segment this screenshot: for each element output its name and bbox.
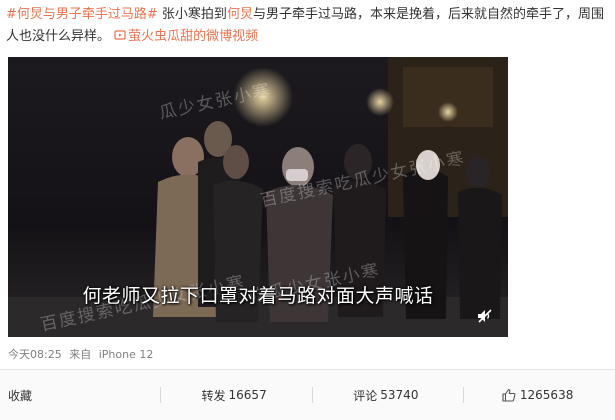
post-source: iPhone 12: [98, 348, 154, 361]
repost-button[interactable]: 转发 16657: [159, 370, 312, 420]
post-text-part1: 张小寒拍到: [157, 7, 227, 22]
comment-count: 53740: [380, 388, 419, 402]
post-time[interactable]: 今天08:25: [8, 348, 62, 361]
thumbs-up-icon: [502, 388, 516, 402]
favorite-button[interactable]: 收藏: [0, 370, 160, 420]
repost-count: 16657: [228, 388, 267, 402]
action-bar: 收藏 转发 16657 评论 53740 1265638: [0, 370, 615, 420]
post-text: #何炅与男子牵手过马路# 张小寒拍到何炅与男子牵手过马路，本来是挽着，后来就自然…: [6, 4, 606, 48]
post-meta: 今天08:25 来自 iPhone 12: [8, 346, 157, 362]
like-count: 1265638: [519, 388, 574, 402]
like-button[interactable]: 1265638: [463, 370, 615, 420]
repost-label: 转发: [201, 388, 226, 403]
favorite-label: 收藏: [8, 388, 33, 403]
source-prefix: 来自: [69, 348, 92, 361]
volume-muted-icon[interactable]: [476, 307, 494, 325]
comment-label: 评论: [353, 388, 378, 403]
mention-link[interactable]: 何炅: [227, 7, 253, 22]
comment-button[interactable]: 评论 53740: [311, 370, 464, 420]
video-player[interactable]: 瓜少女张小寒 百度搜索吃瓜少女张小寒 百度搜索吃瓜少女张小寒 吃瓜少女张小寒 何…: [8, 57, 508, 337]
hashtag-link[interactable]: #何炅与男子牵手过马路#: [6, 7, 158, 22]
video-source-link[interactable]: 萤火虫瓜甜的微博视频: [114, 29, 258, 44]
video-subtitle: 何老师又拉下口罩对着马路对面大声喊话: [82, 285, 434, 307]
video-link-icon: [114, 30, 126, 40]
video-link-label[interactable]: 萤火虫瓜甜的微博视频: [128, 29, 258, 44]
